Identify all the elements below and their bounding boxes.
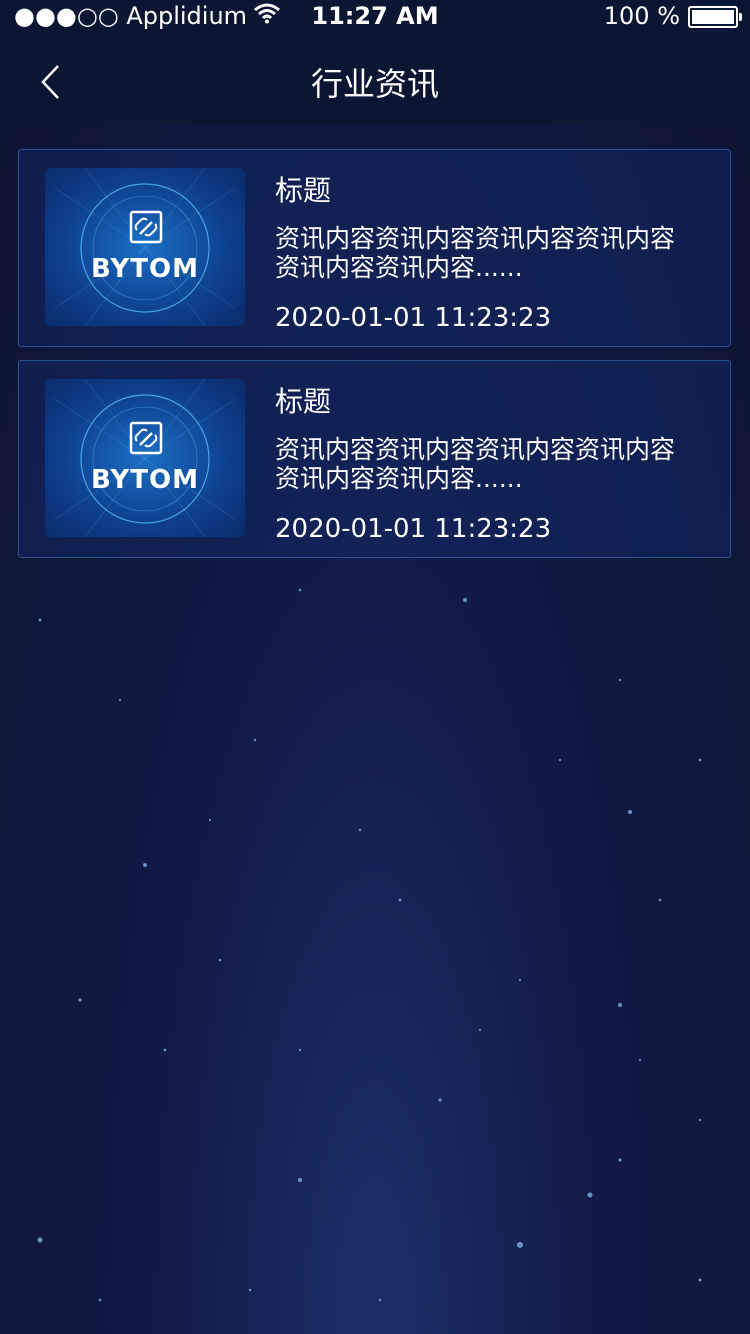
news-thumbnail-logo-text: BYTOM xyxy=(91,254,199,284)
nav-bar: 行业资讯 xyxy=(0,36,750,124)
news-title: 标题 xyxy=(275,385,332,418)
news-date: 2020-01-01 11:23:23 xyxy=(275,514,552,544)
status-bar: ●●●○○ Applidium 11:27 AM 100 % xyxy=(0,0,750,36)
news-thumbnail: BYTOM xyxy=(45,379,245,537)
news-list: BYTOM 标题 资讯内容资讯内容资讯内容资讯内容资讯内容资讯内容...... … xyxy=(18,149,731,571)
status-right: 100 % xyxy=(603,0,742,32)
page-title: 行业资讯 xyxy=(310,65,439,103)
news-summary: 资讯内容资讯内容资讯内容资讯内容资讯内容资讯内容...... xyxy=(275,435,676,493)
news-item[interactable]: BYTOM 标题 资讯内容资讯内容资讯内容资讯内容资讯内容资讯内容...... … xyxy=(18,360,731,558)
battery-percent: 100 % xyxy=(603,2,680,30)
news-summary: 资讯内容资讯内容资讯内容资讯内容资讯内容资讯内容...... xyxy=(275,224,676,282)
news-title: 标题 xyxy=(275,174,332,207)
battery-icon xyxy=(688,6,742,28)
news-date: 2020-01-01 11:23:23 xyxy=(275,303,552,333)
news-thumbnail: BYTOM xyxy=(45,168,245,326)
news-item[interactable]: BYTOM 标题 资讯内容资讯内容资讯内容资讯内容资讯内容资讯内容...... … xyxy=(18,149,731,347)
news-thumbnail-logo-text: BYTOM xyxy=(91,465,199,495)
